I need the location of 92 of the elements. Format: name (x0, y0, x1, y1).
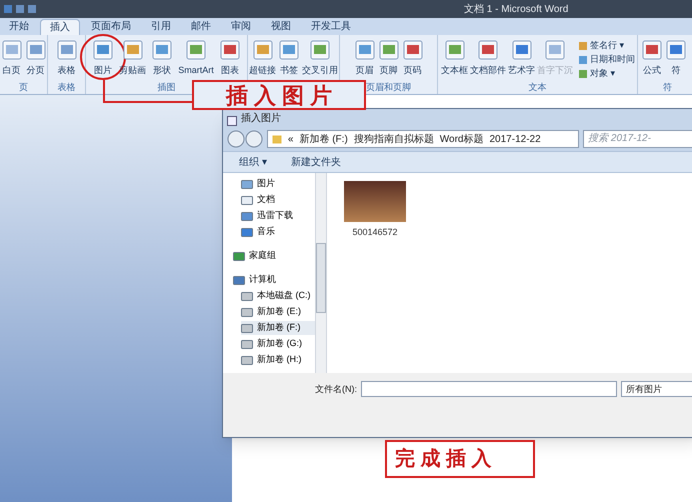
toolbar-button[interactable]: 新建文件夹 (290, 154, 341, 170)
filename-field[interactable] (361, 381, 617, 397)
group-label: 表格 (58, 80, 76, 94)
ribbon-command-icon (151, 39, 174, 61)
ribbon-tab[interactable]: 页面布局 (82, 19, 140, 35)
navigation-item[interactable]: 音乐 (241, 225, 315, 239)
navigation-item[interactable]: 家庭组 (233, 249, 315, 263)
ribbon-command[interactable]: 符 (664, 39, 688, 76)
file-type-dropdown[interactable]: 所有图片 (621, 381, 692, 397)
ribbon-command-icon (477, 39, 499, 61)
dialog-title: 插入图片 (241, 112, 281, 126)
breadcrumb-item[interactable]: 搜狗指南自拟标题 (354, 132, 434, 146)
address-bar[interactable]: « 新加卷 (F:) 搜狗指南自拟标题 Word标题 2017-12-22 (266, 130, 580, 148)
annotation-label: 完 成 插 入 (385, 440, 535, 478)
ribbon-tab[interactable]: 审阅 (222, 19, 260, 35)
drive-icon (241, 354, 253, 366)
back-forward-icon[interactable] (227, 130, 263, 148)
window-title: 文档 1 - Microsoft Word (464, 2, 568, 16)
ribbon-command-icon (510, 39, 532, 61)
ribbon-command[interactable]: 文档部件 (469, 39, 507, 76)
ribbon-small-command[interactable]: 日期和时间 (578, 53, 635, 66)
ribbon-command[interactable]: SmartArt (177, 39, 215, 76)
navigation-item[interactable]: 计算机 (233, 273, 315, 287)
ribbon-command-icon (309, 39, 331, 61)
ribbon-command[interactable]: 形状 (150, 39, 174, 76)
ribbon-command[interactable]: 交叉引用 (301, 39, 339, 76)
ribbon-command[interactable]: 超链接 (248, 39, 277, 76)
doc-icon (241, 194, 253, 206)
ribbon-command-icon (354, 39, 376, 61)
ribbon-tab[interactable]: 开发工具 (302, 19, 360, 35)
group-label: 页眉和页脚 (366, 80, 411, 94)
ribbon-tab[interactable]: 视图 (262, 19, 300, 35)
annotation-label: 插 入 图 片 (192, 80, 366, 110)
ribbon-command-icon (402, 39, 424, 61)
toolbar-button[interactable]: 组织 ▾ (239, 154, 267, 170)
ribbon-command[interactable]: 分页 (24, 39, 48, 76)
ribbon-command-icon (218, 39, 241, 61)
drive-icon (241, 322, 253, 334)
ribbon-command[interactable]: 图表 (218, 39, 242, 76)
photo-placeholder (344, 181, 406, 222)
navigation-item[interactable]: 图片 (241, 177, 315, 191)
ribbon-command[interactable]: 页脚 (376, 39, 400, 76)
ribbon-command[interactable]: 文本框 (440, 39, 469, 76)
ribbon-tab[interactable]: 开始 (0, 19, 38, 35)
quick-access-icon (4, 4, 38, 14)
dialog-app-icon (227, 116, 237, 126)
breadcrumb-item[interactable]: 新加卷 (F:) (299, 132, 348, 146)
ribbon-command[interactable]: 页码 (400, 39, 424, 76)
ribbon-command-icon (444, 39, 466, 61)
ribbon-command[interactable]: 公式 (640, 39, 664, 76)
ribbon-command-icon (92, 39, 114, 61)
ribbon-tab[interactable]: 邮件 (182, 19, 220, 35)
group-label: 文本 (528, 80, 546, 94)
navigation-item[interactable]: 文档 (241, 193, 315, 207)
drive-icon (241, 338, 253, 350)
ribbon-tab[interactable]: 插入 (40, 19, 80, 35)
breadcrumb-item[interactable]: 2017-12-22 (490, 132, 541, 146)
ribbon-command[interactable]: 白页 (0, 39, 24, 76)
navigation-item[interactable]: 新加卷 (E:) (241, 305, 315, 319)
scrollbar[interactable] (315, 173, 327, 373)
drive-icon (241, 306, 253, 318)
ribbon-small-command[interactable]: 签名行 ▾ (578, 39, 635, 52)
navigation-item[interactable]: 新加卷 (F:) (241, 321, 315, 335)
ribbon-small-command[interactable]: 对象 ▾ (578, 67, 635, 80)
ribbon-command[interactable]: 书签 (277, 39, 301, 76)
navigation-item[interactable]: 新加卷 (H:) (241, 353, 315, 367)
breadcrumb-item[interactable]: Word标题 (440, 132, 484, 146)
navigation-item[interactable]: 本地磁盘 (C:) (241, 289, 315, 303)
ribbon-command-icon (665, 39, 687, 61)
breadcrumb-item[interactable]: « (288, 132, 294, 146)
ribbon-command-icon (56, 39, 78, 61)
drive-icon (241, 290, 253, 302)
ribbon-command[interactable]: 表格 (54, 39, 78, 76)
ribbon-command-icon (641, 39, 663, 61)
group-label: 插图 (158, 80, 176, 94)
group-label: 页 (19, 80, 28, 94)
ribbon-command-icon (252, 39, 274, 61)
ribbon-command-icon (122, 39, 144, 61)
ribbon-command[interactable]: 页眉 (352, 39, 376, 76)
ribbon-command-icon (378, 39, 400, 61)
ribbon-command-icon (278, 39, 300, 61)
filename-label: 文件名(N): (315, 383, 357, 396)
ribbon-tab[interactable]: 引用 (142, 19, 180, 35)
ribbon-command-icon (24, 39, 46, 61)
group-label: 符 (663, 80, 672, 94)
navigation-item[interactable]: 迅雷下载 (241, 209, 315, 223)
ribbon-command-icon (544, 39, 566, 61)
navigation-item[interactable]: 新加卷 (G:) (241, 337, 315, 351)
ribbon-command[interactable]: 艺术字 (507, 39, 536, 76)
folder-icon (272, 134, 282, 144)
ribbon-command-icon (184, 39, 207, 61)
file-item[interactable]: 500146572 (343, 181, 407, 365)
